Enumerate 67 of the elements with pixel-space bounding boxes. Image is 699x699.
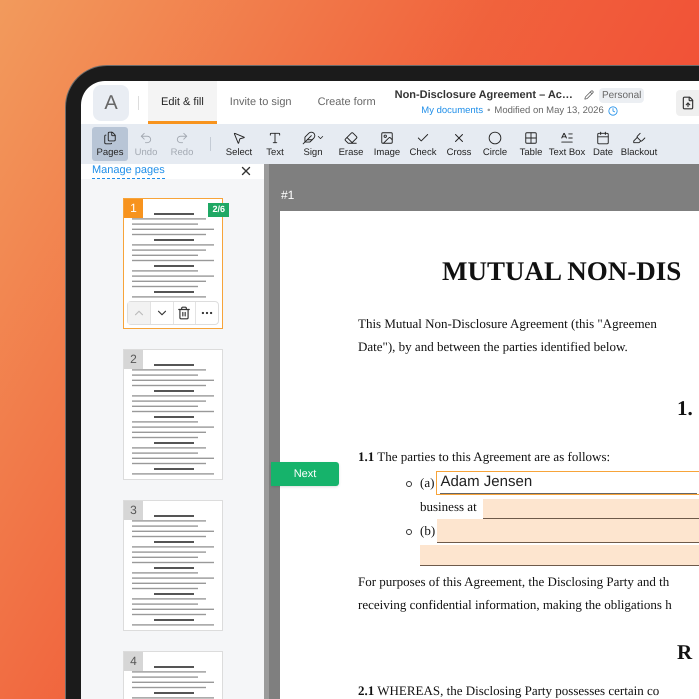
progress-badge: 2/6 <box>208 202 229 217</box>
clause-text: 2.1 WHEREAS, the Disclosing Party possesses certain co <box>358 682 660 699</box>
page-number: 4 <box>124 652 143 671</box>
highlighter-icon <box>632 130 646 145</box>
file-upload-icon <box>681 96 695 110</box>
eraser-icon <box>344 130 358 145</box>
text-box-icon <box>560 130 574 145</box>
text-field[interactable] <box>420 544 699 566</box>
tool-button[interactable]: Select <box>221 127 257 161</box>
table-icon <box>524 130 538 145</box>
text-icon <box>268 130 282 145</box>
body-text: This Mutual Non-Disclosure Agreement (this "Agreemen <box>358 315 658 333</box>
tool-button[interactable]: Table <box>513 127 549 161</box>
section-heading: 1. <box>677 398 694 419</box>
party-label: (a) <box>420 474 434 492</box>
document-title: MUTUAL NON-DIS <box>442 258 682 285</box>
pen-icon <box>302 130 316 145</box>
export-button[interactable] <box>676 90 699 116</box>
modified-date: Modified on May 13, 2026 <box>494 104 604 118</box>
mode-tab[interactable]: Invite to sign <box>216 81 305 124</box>
page-thumbnail[interactable]: 3 <box>123 500 223 631</box>
body-text: business at <box>420 498 477 516</box>
tool-button[interactable]: Erase <box>333 127 369 161</box>
pencil-icon[interactable] <box>584 90 594 100</box>
tool-button[interactable]: Date <box>585 127 621 161</box>
body-text: Date"), by and between the parties identified below. <box>358 338 629 356</box>
tool-button[interactable]: Cross <box>441 127 477 161</box>
tool-button[interactable]: Check <box>405 127 441 161</box>
circle-icon <box>488 130 502 145</box>
trash-icon <box>177 306 192 320</box>
bullet-icon <box>406 528 412 534</box>
app-logo[interactable]: A <box>93 84 129 120</box>
page-number: 2 <box>124 350 143 369</box>
bullet-icon <box>406 480 412 486</box>
tool-button[interactable]: Circle <box>477 127 513 161</box>
clause-text: 1.1 The parties to this Agreement are as follows: <box>358 448 612 466</box>
mode-tab[interactable]: Create form <box>304 81 389 124</box>
document-title: Non-Disclosure Agreement – Ac… <box>394 88 573 104</box>
redo-icon <box>175 130 189 145</box>
page-label: #1 <box>280 187 296 204</box>
image-icon <box>380 130 394 145</box>
section-heading: R <box>677 642 694 662</box>
tool-button[interactable]: Sign <box>293 127 333 161</box>
body-text: For purposes of this Agreement, the Disclosing Party and th <box>358 572 670 591</box>
tool-button[interactable]: Image <box>369 127 405 161</box>
tool-button[interactable]: Text Box <box>549 127 585 161</box>
undo-icon <box>139 130 153 145</box>
pointer-icon <box>232 130 246 145</box>
separator-dot: • <box>487 104 490 118</box>
tool-button[interactable]: Blackout <box>621 127 657 161</box>
text-field[interactable] <box>482 498 699 518</box>
tool-button[interactable]: Pages <box>92 127 128 161</box>
calendar-icon <box>596 130 610 145</box>
pages-icon <box>103 130 117 145</box>
account-badge: Personal <box>598 88 644 103</box>
location-link[interactable]: My documents <box>421 104 484 118</box>
scrollbar[interactable] <box>264 164 269 699</box>
mode-tab[interactable]: Edit & fill <box>148 81 217 124</box>
body-text: receiving confidential information, making the obligations h <box>358 596 673 614</box>
clock-icon[interactable] <box>608 106 618 116</box>
page-number: 1 <box>124 198 143 218</box>
party-label: (b) <box>420 522 436 540</box>
page-number: 3 <box>124 500 143 520</box>
text-field[interactable] <box>437 518 699 542</box>
page-thumbnail[interactable]: 2 <box>123 348 223 480</box>
tool-button[interactable]: Text <box>257 127 293 161</box>
page-thumbnail[interactable]: 4 <box>123 650 223 699</box>
